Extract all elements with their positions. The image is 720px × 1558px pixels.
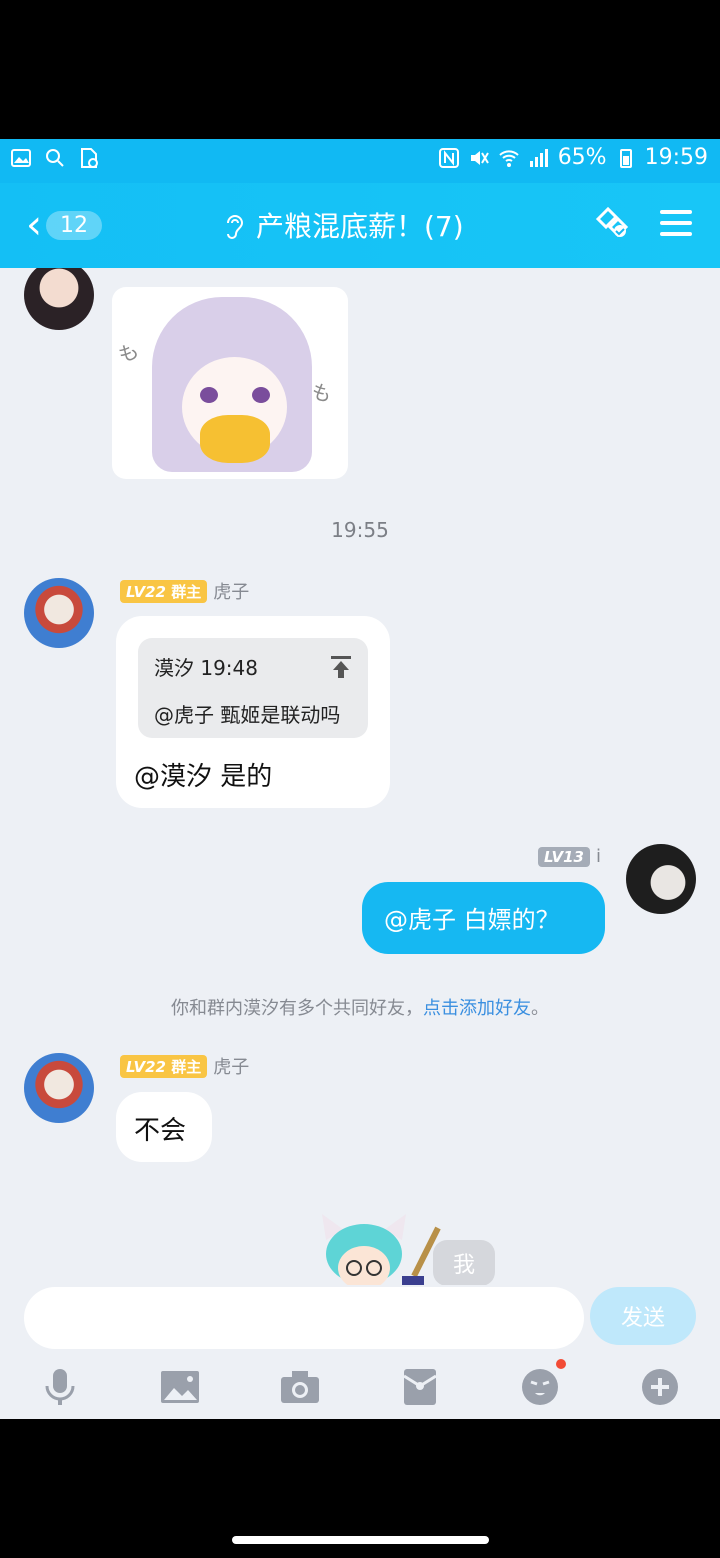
status-time: 19:59 [644, 145, 708, 170]
home-indicator[interactable] [232, 1536, 489, 1544]
group-title-text: 产粮混底薪！(7) [256, 210, 464, 243]
mute-icon [470, 150, 489, 165]
toolbar [0, 1359, 720, 1407]
jump-to-top-icon[interactable] [330, 655, 352, 679]
avatar[interactable] [24, 578, 94, 648]
title-bar: ‹ 12 产粮混底薪！(7) [0, 183, 720, 268]
quote-text: @虎子 甄姬是联动吗 [154, 703, 341, 727]
ear-icon [227, 215, 244, 239]
message-bubble[interactable]: 我 [433, 1240, 495, 1285]
back-button[interactable]: ‹ 12 [26, 205, 116, 245]
sender-name: 虎子 [213, 582, 250, 603]
group-title[interactable]: 产粮混底薪！(7) [222, 205, 464, 245]
message-bubble[interactable]: 漠汐 19:48 @虎子 甄姬是联动吗 @漠汐 是的 [116, 616, 390, 808]
image-icon[interactable] [160, 1367, 200, 1407]
level-badge: LV22 群主 [120, 579, 208, 603]
unread-count-badge: 12 [46, 210, 102, 240]
sticker-image[interactable]: も も [112, 287, 348, 479]
message-text: 不会 [134, 1116, 187, 1146]
message-text: @漠汐 是的 [134, 762, 273, 792]
battery-icon [619, 148, 632, 168]
red-packet-icon[interactable] [400, 1367, 440, 1407]
message-bubble[interactable]: @虎子 白嫖的？ [362, 882, 605, 954]
sender-meta: LV22 群主 虎子 [120, 578, 249, 604]
avatar[interactable] [626, 844, 696, 914]
add-friend-link[interactable]: 点击添加好友 [423, 998, 531, 1019]
message-bubble[interactable]: 不会 [116, 1092, 212, 1162]
level-badge: LV22 群主 [120, 1054, 208, 1078]
quote-time: 19:48 [200, 656, 258, 680]
avatar[interactable] [24, 1053, 94, 1123]
sender-meta: LV22 群主 虎子 [120, 1053, 249, 1079]
chat-area[interactable]: も も 19:55 LV22 群主 虎子 漠汐 19:48 @虎子 甄姬是联动吗… [0, 268, 720, 1285]
message-timestamp: 19:55 [331, 518, 389, 542]
gallery-icon [11, 149, 31, 167]
status-bar: 65% 19:59 [0, 139, 720, 183]
sender-name: 虎子 [213, 1057, 250, 1078]
cat-character-icon [322, 1214, 441, 1285]
avatar[interactable] [24, 268, 94, 330]
input-bar: 发送 [0, 1285, 720, 1419]
send-button[interactable]: 发送 [590, 1287, 696, 1345]
search-icon [46, 149, 64, 167]
message-text: @虎子 白嫖的？ [384, 906, 560, 934]
plus-icon[interactable] [640, 1367, 680, 1407]
quote-author: 漠汐 [154, 656, 194, 680]
quoted-message[interactable]: 漠汐 19:48 @虎子 甄姬是联动吗 [138, 638, 368, 738]
chat-screen: 65% 19:59 ‹ 12 产粮混底薪！(7) も も 19:55 LV22 … [0, 139, 720, 1419]
message-input[interactable] [24, 1287, 584, 1349]
emoji-icon[interactable] [520, 1359, 566, 1407]
nfc-icon [438, 147, 459, 168]
microphone-icon[interactable] [40, 1367, 80, 1407]
camera-icon[interactable] [280, 1367, 320, 1407]
sender-meta: LV13 i [538, 846, 601, 867]
menu-icon[interactable] [660, 210, 692, 236]
notification-dot [556, 1359, 566, 1369]
group-link-icon[interactable] [592, 205, 632, 241]
chevron-left-icon: ‹ [26, 202, 42, 248]
battery-percentage: 65% [557, 145, 607, 170]
file-icon [81, 148, 98, 168]
level-badge: LV13 [538, 846, 590, 867]
message-text: 我 [452, 1253, 475, 1278]
signal-icon [529, 148, 548, 167]
wifi-icon [498, 149, 519, 167]
sender-name: i [595, 846, 601, 867]
add-friend-notice: 你和群内漠汐有多个共同好友，点击添加好友。 [171, 998, 549, 1019]
